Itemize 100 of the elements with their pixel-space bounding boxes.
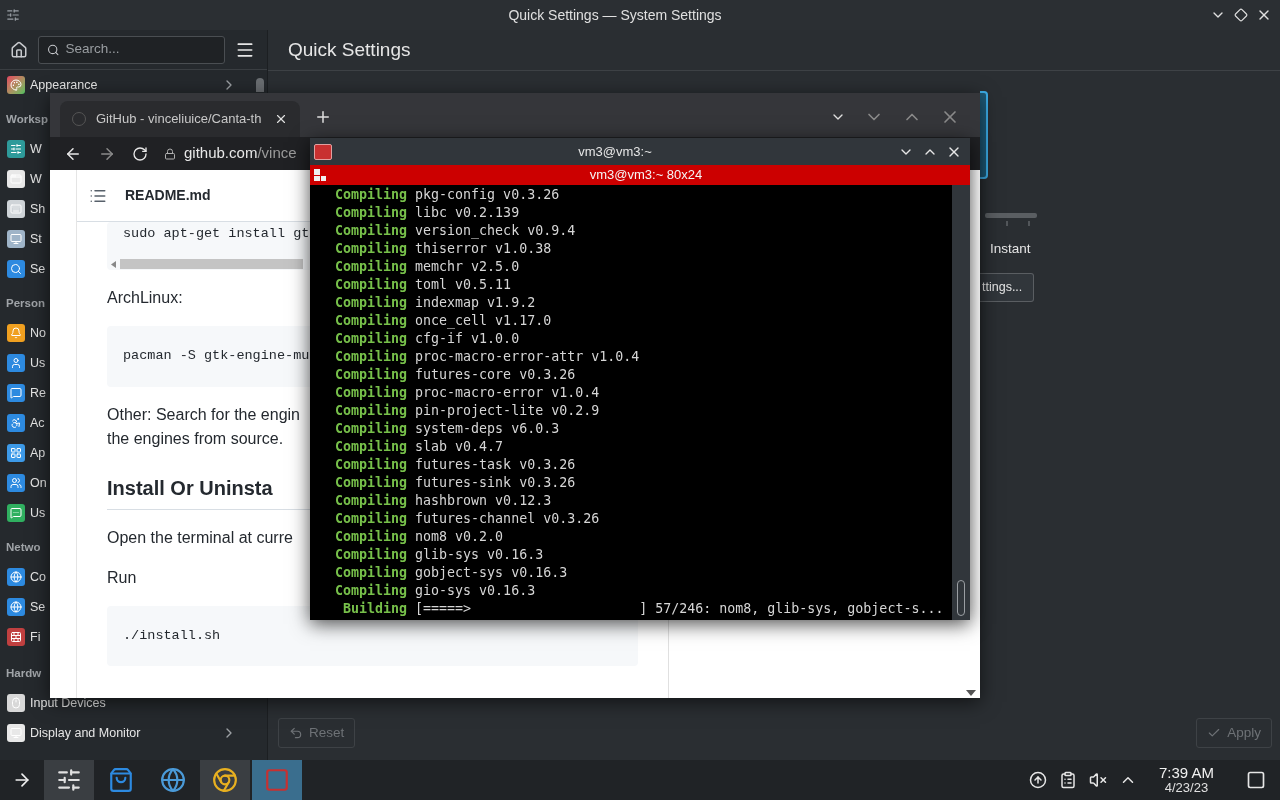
sidebar-item[interactable]: W [30, 139, 42, 159]
sidebar-item[interactable]: Input Devices [30, 693, 106, 713]
palette-icon [7, 76, 25, 94]
check-icon [1207, 726, 1222, 740]
mute-icon[interactable] [1088, 771, 1107, 789]
terminal-text: thiserror v1.0.38 [415, 240, 552, 258]
terminal-keyword: Compiling [335, 348, 408, 366]
sidebar-item[interactable]: Co [30, 567, 46, 587]
terminal-text: slab v0.4.7 [415, 438, 504, 456]
search-input[interactable]: Search... [65, 39, 216, 60]
terminal-text: once_cell v1.17.0 [415, 312, 552, 330]
home-icon[interactable] [10, 40, 28, 59]
terminal-keyword: Compiling [335, 438, 408, 456]
sliders-icon [7, 140, 25, 158]
terminal-keyword: Compiling [335, 546, 408, 564]
paragraph-line: Open the terminal at curre [107, 527, 293, 548]
sidebar-item[interactable]: Re [30, 383, 46, 403]
globe-icon [7, 568, 25, 586]
terminal-keyword: Building [343, 600, 408, 618]
terminal-text: proc-macro-error-attr v1.0.4 [415, 348, 640, 366]
settings-button[interactable]: ttings... [980, 273, 1034, 303]
terminal-text: hashbrown v0.12.3 [415, 492, 552, 510]
terminal-text: libc v0.2.139 [415, 204, 520, 222]
sidebar-item[interactable]: Appearance [30, 75, 98, 95]
mouse-icon [7, 694, 25, 712]
terminal-keyword: Compiling [335, 204, 408, 222]
terminal-text: 57/246: nom8, glib-sys, gobject-s... [655, 600, 944, 618]
sidebar-item[interactable]: Ap [30, 443, 46, 463]
terminal-keyword: Compiling [335, 366, 408, 384]
sidebar-item[interactable]: Us [30, 503, 46, 523]
sidebar-item[interactable]: St [30, 229, 42, 249]
terminal-keyword: Compiling [335, 240, 408, 258]
sidebar-item[interactable]: Display and Monitor [30, 723, 141, 743]
terminal-text: futures-channel v0.3.26 [415, 510, 600, 528]
grid-icon [7, 444, 25, 462]
browser-tab[interactable]: GitHub - vinceliuice/Canta-th [60, 101, 300, 137]
tab-close-icon[interactable] [274, 112, 288, 126]
update-icon[interactable] [1028, 771, 1047, 789]
terminal-text: toml v0.5.11 [415, 276, 512, 294]
sidebar-item[interactable]: Se [30, 597, 46, 617]
terminal-keyword: Compiling [335, 330, 408, 348]
sliders-icon [56, 767, 82, 793]
scroll-down-icon[interactable] [966, 690, 976, 696]
terminal-text: gobject-sys v0.16.3 [415, 564, 568, 582]
slider-track[interactable] [985, 213, 1037, 227]
terminal-keyword: Compiling [335, 510, 408, 528]
keyboard-icon [7, 200, 25, 218]
terminal-keyword: Compiling [335, 258, 408, 276]
address-field[interactable]: github.com/vince [164, 139, 297, 168]
terminal-keyword: Compiling [335, 186, 408, 204]
terminal-text: glib-sys v0.16.3 [415, 546, 544, 564]
sidebar-item[interactable]: Us [30, 353, 46, 373]
terminal-keyword: Compiling [335, 312, 408, 330]
code-text: pacman -S gtk-engine-mu [123, 347, 310, 366]
show-desktop-icon[interactable] [1246, 770, 1266, 790]
terminal-text: indexmap v1.9.2 [415, 294, 536, 312]
sidebar-item[interactable]: Se [30, 259, 46, 279]
maximize-button[interactable] [1234, 8, 1248, 22]
clipboard-icon[interactable] [1058, 771, 1077, 789]
paragraph-line: Run [107, 567, 137, 588]
search-icon [7, 260, 25, 278]
sidebar-item[interactable]: No [30, 323, 46, 343]
taskbar-item[interactable] [44, 760, 94, 800]
window-title: Quick Settings — System Settings [507, 5, 723, 25]
terminal-keyword: Compiling [335, 474, 408, 492]
section-heading: Worksp [6, 111, 48, 127]
sidebar-item[interactable]: W [30, 169, 42, 189]
chat-icon [7, 384, 25, 402]
terminal-keyword: Compiling [335, 420, 408, 438]
terminal-text: futures-task v0.3.26 [415, 456, 576, 474]
sidebar-item[interactable]: Fi [30, 627, 41, 647]
terminal-text: memchr v2.5.0 [415, 258, 520, 276]
search-field[interactable]: Search... [38, 35, 225, 64]
file-name: README.md [125, 186, 211, 205]
sidebar-item[interactable]: On [30, 473, 47, 493]
users-icon [7, 474, 25, 492]
section-heading: Person [6, 295, 45, 311]
new-tab-icon[interactable] [314, 108, 332, 126]
sidebar-item[interactable]: Sh [30, 199, 46, 219]
scrollbar-thumb[interactable] [256, 78, 264, 92]
reload-button[interactable] [132, 145, 148, 162]
sidebar-item[interactable]: Ac [30, 413, 45, 433]
scroll-left-icon[interactable] [111, 260, 116, 268]
window-title: vm3@vm3:~ [577, 142, 653, 161]
terminal-tab-title: vm3@vm3:~ 80x24 [588, 166, 704, 185]
accessibility-icon [7, 414, 25, 432]
terminal-text: proc-macro-error v1.0.4 [415, 384, 600, 402]
section-heading: Hardw [6, 665, 42, 681]
bell-icon [7, 324, 25, 342]
taskbar-item[interactable] [200, 760, 250, 800]
undo-icon [289, 726, 303, 740]
terminal-keyword: Compiling [335, 582, 408, 600]
clock[interactable]: 7:39 AM 4/23/23 [1158, 765, 1214, 795]
terminal-text: futures-sink v0.3.26 [415, 474, 576, 492]
selected-card[interactable] [980, 91, 988, 179]
terminal-keyword: Compiling [335, 384, 408, 402]
terminal-text: cfg-if v1.0.0 [415, 330, 520, 348]
paragraph-line: ArchLinux: [107, 288, 183, 309]
browser-icon [212, 767, 238, 793]
search-icon [47, 42, 60, 57]
